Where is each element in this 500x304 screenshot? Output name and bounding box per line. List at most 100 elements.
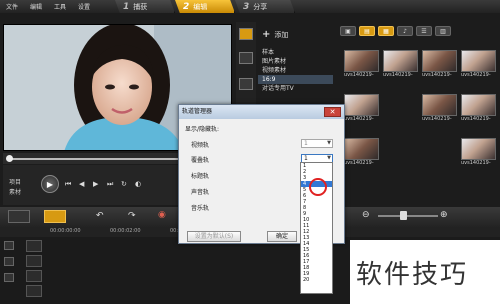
overlay-track-label: 覆叠轨 xyxy=(191,157,210,164)
audio-filter-icon[interactable]: ♪ xyxy=(397,26,413,36)
thumbnail-caption: uvs140219- xyxy=(344,72,374,78)
thumbnail-caption: uvs140219- xyxy=(461,116,491,122)
media-icon[interactable] xyxy=(239,28,253,40)
music-track-label: 音乐轨 xyxy=(191,205,210,212)
thumbnail-image xyxy=(344,50,379,72)
close-icon[interactable]: ✕ xyxy=(324,107,341,117)
step-label: 分享 xyxy=(253,2,268,11)
voice-track-header[interactable] xyxy=(26,285,42,297)
redo-icon[interactable]: ↷ xyxy=(128,211,136,221)
end-icon[interactable]: ⏭ xyxy=(107,180,113,189)
step-number: 3 xyxy=(243,1,250,12)
dialog-title: 轨道管理器 xyxy=(179,105,344,119)
annotation-circle xyxy=(309,178,327,196)
ripple-icon[interactable] xyxy=(4,273,14,282)
next-frame-icon[interactable]: ▶ xyxy=(93,180,98,188)
title-track-header[interactable] xyxy=(26,270,42,282)
clip-mode-label[interactable]: 素材 xyxy=(9,187,21,196)
chevron-down-icon: ▼ xyxy=(327,140,331,146)
transition-icon[interactable] xyxy=(239,52,253,64)
list-view-icon[interactable]: ☰ xyxy=(416,26,432,36)
step-label: 捕获 xyxy=(133,2,148,11)
thumbnail-caption: uvs140219- xyxy=(344,160,374,166)
ruler-tick: 00:00:02:00 xyxy=(110,228,141,234)
media-thumbnail[interactable]: uvs140219- xyxy=(461,50,496,80)
media-thumbnail[interactable]: uvs140219- xyxy=(422,50,457,80)
thumbnail-caption: uvs140219- xyxy=(461,72,491,78)
zoom-out-icon[interactable]: ⊖ xyxy=(362,210,370,220)
project-mode-label[interactable]: 项目 xyxy=(9,177,21,186)
record-icon[interactable]: ◉ xyxy=(158,210,166,220)
scrub-handle[interactable] xyxy=(6,155,13,162)
folder-item[interactable]: 图片素材 xyxy=(258,57,333,66)
zoom-in-icon[interactable]: ⊕ xyxy=(440,210,448,220)
media-thumbnail[interactable]: uvs140219- xyxy=(461,94,496,124)
overlay-track-header[interactable] xyxy=(26,255,42,267)
select-value: 1 xyxy=(304,155,308,162)
thumbnail-view-icon[interactable]: ▥ xyxy=(435,26,451,36)
ok-button[interactable]: 确定 xyxy=(267,231,297,242)
step-share[interactable]: 3 分享 xyxy=(235,0,295,13)
thumbnail-caption: uvs140219- xyxy=(461,160,491,166)
add-track-icon[interactable] xyxy=(4,257,14,266)
chevron-down-icon: ▼ xyxy=(327,155,331,161)
set-default-button[interactable]: 设置为默认(S) xyxy=(187,231,241,242)
library-view-toolbar: ▣ ▤ ▦ ♪ ☰ ▥ xyxy=(340,26,451,36)
zoom-slider[interactable] xyxy=(378,215,438,217)
add-folder[interactable]: + 添加 xyxy=(262,29,288,40)
thumbnail-image xyxy=(422,50,457,72)
zoom-slider-handle[interactable] xyxy=(400,211,407,220)
video-track-label: 视频轨 xyxy=(191,142,210,149)
step-capture[interactable]: 1 捕获 xyxy=(115,0,175,13)
thumbnail-caption: uvs140219- xyxy=(344,116,374,122)
menu-edit[interactable]: 编辑 xyxy=(24,2,48,11)
storyboard-view-icon[interactable] xyxy=(8,210,30,223)
menu-tools[interactable]: 工具 xyxy=(48,2,72,11)
undo-icon[interactable]: ↶ xyxy=(96,211,104,221)
media-thumbnail[interactable]: uvs140219- xyxy=(344,138,379,168)
repeat-icon[interactable]: ↻ xyxy=(121,180,127,188)
watermark-text: 软件技巧 xyxy=(356,260,469,290)
media-thumbnail[interactable]: uvs140219- xyxy=(422,94,457,124)
volume-icon[interactable]: ◐ xyxy=(135,180,141,188)
select-value: 1 xyxy=(304,140,308,147)
thumbnail-image xyxy=(461,94,496,116)
folder-icon[interactable]: ▣ xyxy=(340,26,356,36)
menu-settings[interactable]: 设置 xyxy=(72,2,96,11)
ruler-tick: 00:00:00:00 xyxy=(50,228,81,234)
folder-item[interactable]: 样本 xyxy=(258,48,333,57)
title-icon[interactable] xyxy=(239,78,253,90)
step-number: 1 xyxy=(123,1,130,12)
video-track-header[interactable] xyxy=(26,240,42,252)
video-track-count-select[interactable]: 1 ▼ xyxy=(301,139,333,148)
video-filter-icon[interactable]: ▤ xyxy=(359,26,375,36)
thumbnail-image xyxy=(344,138,379,160)
folder-item-selected[interactable]: 16:9 xyxy=(258,75,333,84)
play-button[interactable]: ▶ xyxy=(41,175,59,193)
folder-item[interactable]: 视频素材 xyxy=(258,66,333,75)
dialog-section-label: 显示/隐藏轨: xyxy=(185,126,220,133)
photo-filter-icon[interactable]: ▦ xyxy=(378,26,394,36)
timeline-view-icon[interactable] xyxy=(44,210,66,223)
media-thumbnail[interactable]: uvs140219- xyxy=(461,138,496,168)
thumbnail-image xyxy=(461,138,496,160)
title-track-label: 标题轨 xyxy=(191,173,210,180)
step-label: 编辑 xyxy=(193,2,208,11)
track-manager-icon[interactable] xyxy=(4,241,14,250)
media-thumbnail[interactable]: uvs140219- xyxy=(383,50,418,80)
plus-icon: + xyxy=(262,29,271,40)
media-thumbnail[interactable]: uvs140219- xyxy=(344,50,379,80)
step-edit[interactable]: 2 编辑 xyxy=(175,0,235,13)
workflow-steps: 1 捕获 2 编辑 3 分享 xyxy=(115,0,295,13)
folder-item[interactable]: 对话专用TV xyxy=(258,84,333,93)
menu-file[interactable]: 文件 xyxy=(0,2,24,11)
dropdown-option[interactable]: 20 xyxy=(301,277,332,283)
media-thumbnail[interactable]: uvs140219- xyxy=(344,94,379,124)
watermark: 软件技巧 xyxy=(350,240,500,304)
prev-frame-icon[interactable]: ◀ xyxy=(79,180,84,188)
thumbnail-caption: uvs140219- xyxy=(383,72,413,78)
thumbnail-caption: uvs140219- xyxy=(422,116,452,122)
thumbnail-image xyxy=(422,94,457,116)
thumbnail-caption: uvs140219- xyxy=(422,72,452,78)
home-icon[interactable]: ⏮ xyxy=(65,180,71,189)
